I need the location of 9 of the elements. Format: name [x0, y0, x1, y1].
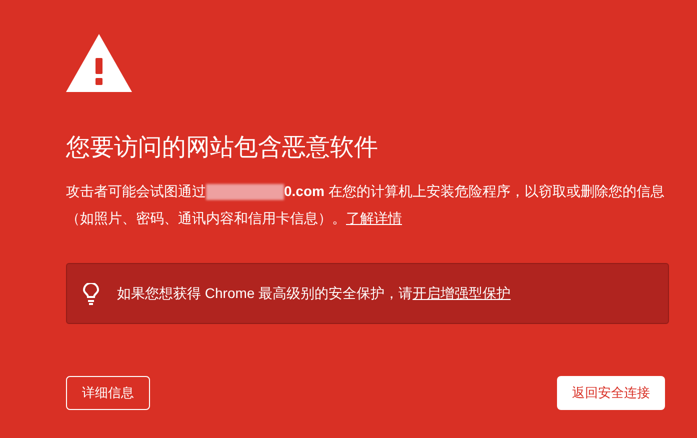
- details-button[interactable]: 详细信息: [66, 376, 150, 410]
- page-title: 您要访问的网站包含恶意软件: [66, 133, 379, 163]
- warning-icon: [66, 34, 132, 92]
- enable-protection-link[interactable]: 开启增强型保护: [412, 285, 511, 301]
- back-to-safety-button[interactable]: 返回安全连接: [557, 376, 665, 410]
- warning-message: 攻击者可能会试图通过 0.com 在您的计算机上安装危险程序，以窃取或删除您的信息（如照片、密码、通讯内容和信用卡信息）。了解详情: [66, 182, 666, 228]
- banner-text: 如果您想获得 Chrome 最高级别的安全保护，请开启增强型保护: [117, 284, 511, 303]
- learn-more-link[interactable]: 了解详情: [346, 210, 402, 226]
- lightbulb-icon: [83, 282, 99, 304]
